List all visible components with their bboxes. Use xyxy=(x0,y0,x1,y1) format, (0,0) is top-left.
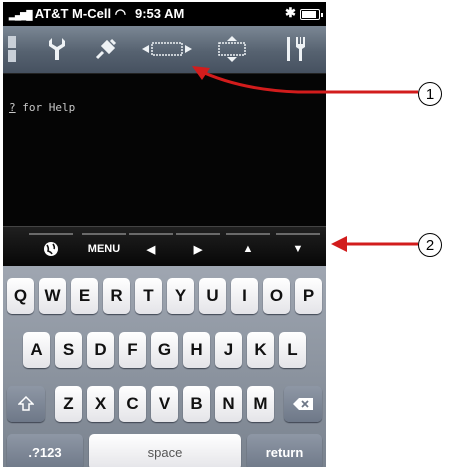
callout-2-badge: 2 xyxy=(418,233,442,257)
callout-arrows xyxy=(192,66,418,252)
callout-1-badge: 1 xyxy=(418,82,442,106)
callout-1-line xyxy=(197,68,418,94)
callout-2-arrowhead xyxy=(331,236,347,252)
